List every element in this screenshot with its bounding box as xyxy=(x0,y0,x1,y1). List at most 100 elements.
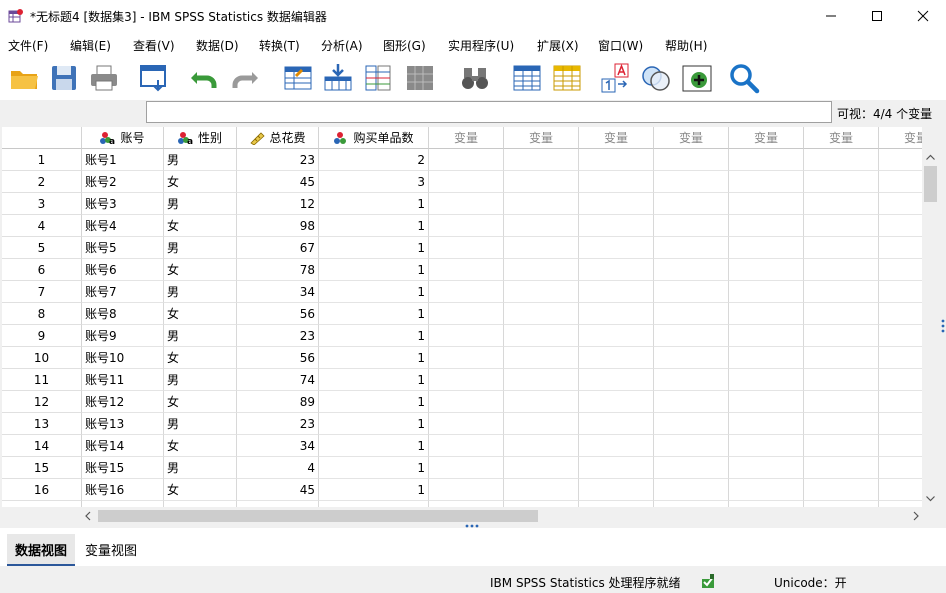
cell-account[interactable]: 账号5 xyxy=(82,237,164,259)
cell-empty[interactable] xyxy=(429,369,504,391)
cell-empty[interactable] xyxy=(879,413,922,435)
cell-empty[interactable] xyxy=(729,391,804,413)
cell-empty[interactable] xyxy=(504,391,579,413)
cell-empty[interactable] xyxy=(729,325,804,347)
spss-app-icon[interactable] xyxy=(8,8,24,24)
menu-view[interactable]: 查看(V) xyxy=(133,37,175,54)
cell-empty[interactable] xyxy=(429,479,504,501)
cell-account[interactable]: 账号9 xyxy=(82,325,164,347)
cell-empty[interactable] xyxy=(729,413,804,435)
cell-empty[interactable] xyxy=(729,259,804,281)
insert-cases-icon[interactable] xyxy=(511,62,543,94)
cell-empty[interactable] xyxy=(804,369,879,391)
menu-utilities[interactable]: 实用程序(U) xyxy=(448,37,514,54)
cell-total-spend[interactable]: 74 xyxy=(237,369,319,391)
cell-empty[interactable] xyxy=(729,149,804,171)
cell-gender[interactable]: 男 xyxy=(164,413,237,435)
cell-empty[interactable] xyxy=(504,259,579,281)
cell-empty[interactable] xyxy=(654,457,729,479)
cell-empty[interactable] xyxy=(504,325,579,347)
cell-empty[interactable] xyxy=(879,435,922,457)
cell-empty[interactable] xyxy=(504,457,579,479)
cell-empty[interactable] xyxy=(804,149,879,171)
cell-empty[interactable] xyxy=(429,325,504,347)
scroll-down-icon[interactable] xyxy=(922,490,939,507)
cell-empty[interactable] xyxy=(579,325,654,347)
cell-items-purchased[interactable]: 1 xyxy=(319,215,429,237)
cell-empty[interactable] xyxy=(654,193,729,215)
row-number[interactable]: 3 xyxy=(2,193,82,215)
column-header-empty-variable[interactable]: 变量 xyxy=(654,127,729,149)
cell-gender[interactable]: 女 xyxy=(164,171,237,193)
cell-empty[interactable] xyxy=(729,369,804,391)
cell-gender[interactable]: 女 xyxy=(164,391,237,413)
cell-empty[interactable] xyxy=(879,457,922,479)
cell-gender[interactable]: 男 xyxy=(164,237,237,259)
cell-empty[interactable] xyxy=(879,149,922,171)
cell-empty[interactable] xyxy=(579,435,654,457)
cell-empty[interactable] xyxy=(579,259,654,281)
row-number[interactable]: 11 xyxy=(2,369,82,391)
cell-account[interactable]: 账号2 xyxy=(82,171,164,193)
redo-icon[interactable] xyxy=(230,62,262,94)
menu-analyze[interactable]: 分析(A) xyxy=(321,37,363,54)
cell-empty[interactable] xyxy=(804,325,879,347)
column-header-gender[interactable]: a 性别 xyxy=(164,127,237,149)
column-header-empty-variable[interactable]: 变量 xyxy=(579,127,654,149)
cell-total-spend[interactable]: 98 xyxy=(237,215,319,237)
split-file-icon[interactable] xyxy=(404,62,436,94)
minimize-button[interactable] xyxy=(808,0,854,32)
cell-empty[interactable] xyxy=(804,193,879,215)
menu-graphs[interactable]: 图形(G) xyxy=(383,37,426,54)
cell-empty[interactable] xyxy=(804,413,879,435)
find-binoculars-icon[interactable] xyxy=(459,62,491,94)
cell-empty[interactable] xyxy=(729,303,804,325)
cell-empty[interactable] xyxy=(654,369,729,391)
cell-gender[interactable]: 男 xyxy=(164,369,237,391)
cell-empty[interactable] xyxy=(429,303,504,325)
cell-empty[interactable] xyxy=(579,215,654,237)
cell-empty[interactable] xyxy=(579,457,654,479)
cell-empty[interactable] xyxy=(429,347,504,369)
menu-data[interactable]: 数据(D) xyxy=(196,37,239,54)
row-number[interactable]: 15 xyxy=(2,457,82,479)
cell-empty[interactable] xyxy=(429,413,504,435)
cell-account[interactable]: 账号11 xyxy=(82,369,164,391)
cell-items-purchased[interactable]: 1 xyxy=(319,479,429,501)
corner-header[interactable] xyxy=(2,127,82,149)
cell-total-spend[interactable] xyxy=(237,501,319,507)
column-header-total-spend[interactable]: 总花费 xyxy=(237,127,319,149)
cell-empty[interactable] xyxy=(429,215,504,237)
cell-empty[interactable] xyxy=(879,215,922,237)
row-number[interactable]: 14 xyxy=(2,435,82,457)
cell-gender[interactable]: 男 xyxy=(164,193,237,215)
cell-empty[interactable] xyxy=(654,325,729,347)
cell-gender[interactable]: 女 xyxy=(164,215,237,237)
cell-empty[interactable] xyxy=(429,391,504,413)
cell-total-spend[interactable]: 45 xyxy=(237,479,319,501)
cell-account[interactable]: 账号7 xyxy=(82,281,164,303)
cell-total-spend[interactable]: 56 xyxy=(237,347,319,369)
cell-empty[interactable] xyxy=(804,259,879,281)
cell-empty[interactable] xyxy=(654,303,729,325)
cell-total-spend[interactable]: 67 xyxy=(237,237,319,259)
cell-empty[interactable] xyxy=(654,215,729,237)
cell-gender[interactable]: 女 xyxy=(164,259,237,281)
row-number[interactable]: 12 xyxy=(2,391,82,413)
close-button[interactable] xyxy=(900,0,946,32)
cell-empty[interactable] xyxy=(879,237,922,259)
scroll-right-icon[interactable] xyxy=(908,508,924,524)
variables-icon[interactable] xyxy=(362,62,394,94)
cell-empty[interactable] xyxy=(729,237,804,259)
row-number[interactable]: 6 xyxy=(2,259,82,281)
cell-gender[interactable]: 女 xyxy=(164,347,237,369)
cell-items-purchased[interactable]: 1 xyxy=(319,435,429,457)
row-number[interactable]: 4 xyxy=(2,215,82,237)
column-header-empty-variable[interactable]: 变量 xyxy=(879,127,922,149)
value-labels-icon[interactable] xyxy=(600,62,632,94)
cell-empty[interactable] xyxy=(879,281,922,303)
cell-empty[interactable] xyxy=(579,413,654,435)
cell-gender[interactable]: 男 xyxy=(164,281,237,303)
cell-empty[interactable] xyxy=(804,501,879,507)
cell-account[interactable]: 账号16 xyxy=(82,479,164,501)
